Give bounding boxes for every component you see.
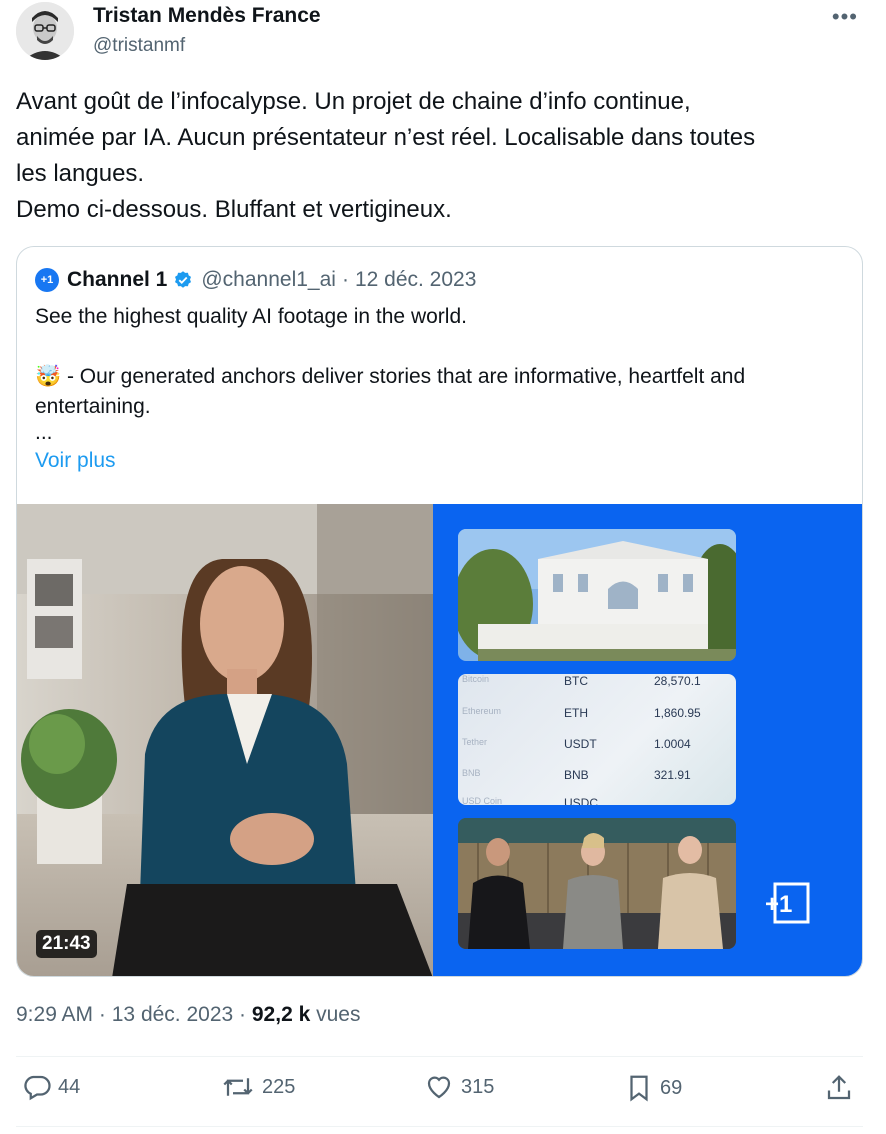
like-count: 315 bbox=[461, 1075, 495, 1098]
whitehouse-panel bbox=[458, 529, 736, 661]
meta-separator: · bbox=[341, 268, 349, 291]
post-time[interactable]: 9:29 AM bbox=[16, 1003, 93, 1026]
like-button[interactable]: 315 bbox=[423, 1072, 494, 1102]
divider bbox=[16, 1056, 863, 1057]
bookmark-button[interactable]: 69 bbox=[624, 1072, 682, 1104]
quote-handle[interactable]: @channel1_ai bbox=[201, 268, 336, 292]
channel-logo[interactable]: +1 bbox=[35, 268, 59, 292]
author-handle[interactable]: @tristanmf bbox=[93, 35, 185, 57]
repost-count: 225 bbox=[262, 1075, 296, 1098]
post-date[interactable]: 13 déc. 2023 bbox=[112, 1003, 233, 1026]
repost-icon bbox=[223, 1078, 253, 1096]
crypto-row: BNB BNB 321.91 bbox=[462, 768, 691, 782]
video-frame-anchor[interactable]: 21:43 bbox=[17, 504, 433, 976]
video-player[interactable]: 21:43 Bitcoin BTC 28,570.1 Ethereum ETH … bbox=[17, 504, 862, 976]
tweet-line: animée par IA. Aucun présentateur n’est … bbox=[16, 124, 756, 151]
like-icon bbox=[427, 1076, 451, 1099]
channel1-overlay-logo: +1 bbox=[761, 881, 811, 930]
crypto-panel: Bitcoin BTC 28,570.1 Ethereum ETH 1,860.… bbox=[458, 674, 736, 805]
crypto-row: USD Coin USDC bbox=[462, 796, 599, 805]
tweet-line: Demo ci-dessous. Bluffant et vertigineux… bbox=[16, 196, 452, 223]
quote-author-name[interactable]: Channel 1 bbox=[67, 268, 167, 292]
meta-separator: · bbox=[98, 1003, 106, 1026]
people-panel bbox=[458, 818, 736, 949]
crypto-row: Tether USDT 1.0004 bbox=[462, 737, 691, 751]
views-count: 92,2 k bbox=[251, 1003, 311, 1026]
quote-text: See the highest quality AI footage in th… bbox=[35, 302, 845, 444]
verified-icon bbox=[173, 270, 193, 290]
reply-count: 44 bbox=[58, 1075, 81, 1098]
repost-button[interactable]: 225 bbox=[220, 1072, 295, 1102]
crypto-row: Ethereum ETH 1,860.95 bbox=[462, 706, 701, 720]
quote-ellipsis: ... bbox=[35, 421, 53, 444]
video-frame-channel[interactable]: Bitcoin BTC 28,570.1 Ethereum ETH 1,860.… bbox=[433, 504, 862, 976]
more-icon[interactable]: ••• bbox=[832, 4, 858, 30]
quote-header: +1 Channel 1 @channel1_ai · 12 déc. 2023 bbox=[35, 267, 476, 293]
meta-separator: · bbox=[239, 1003, 247, 1026]
author-name[interactable]: Tristan Mendès France bbox=[93, 4, 321, 28]
reply-icon bbox=[24, 1075, 51, 1101]
action-bar: 44 225 315 69 bbox=[0, 1072, 886, 1112]
reply-button[interactable]: 44 bbox=[22, 1072, 80, 1102]
share-icon bbox=[827, 1075, 851, 1100]
share-button[interactable] bbox=[824, 1072, 860, 1104]
tweet-line: les langues. bbox=[16, 160, 145, 187]
quoted-tweet[interactable]: +1 Channel 1 @channel1_ai · 12 déc. 2023… bbox=[16, 246, 863, 977]
bookmark-count: 69 bbox=[660, 1076, 683, 1099]
quote-date[interactable]: 12 déc. 2023 bbox=[355, 268, 476, 292]
video-duration: 21:43 bbox=[36, 930, 97, 958]
divider bbox=[16, 1126, 863, 1127]
views-label: vues bbox=[316, 1003, 361, 1026]
crypto-row: Bitcoin BTC 28,570.1 bbox=[462, 674, 701, 688]
avatar[interactable] bbox=[16, 2, 74, 60]
quote-line: 🤯 - Our generated anchors deliver storie… bbox=[35, 365, 746, 418]
quote-line: See the highest quality AI footage in th… bbox=[35, 305, 467, 328]
tweet-line: Avant goût de l’infocalypse. Un projet d… bbox=[16, 88, 691, 115]
bookmark-icon bbox=[630, 1075, 648, 1102]
tweet-text: Avant goût de l’infocalypse. Un projet d… bbox=[16, 84, 866, 228]
tweet-timestamp: 9:29 AM · 13 déc. 2023 · 92,2 k vues bbox=[16, 1003, 360, 1027]
show-more-link[interactable]: Voir plus bbox=[35, 449, 116, 473]
overlay-logo-text: +1 bbox=[765, 891, 792, 918]
